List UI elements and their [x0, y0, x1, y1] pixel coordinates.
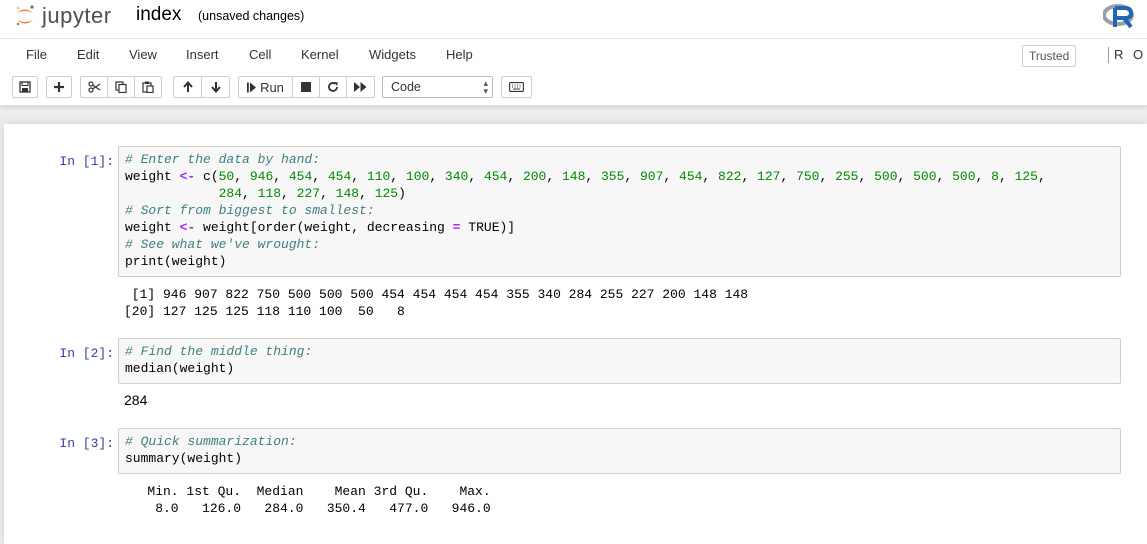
menu-kernel[interactable]: Kernel	[301, 47, 339, 62]
notebook-name[interactable]: index	[136, 4, 181, 26]
cell-output: Min. 1st Qu. Median Mean 3rd Qu. Max. 8.…	[124, 483, 498, 517]
input-prompt: In [2]:	[59, 346, 114, 361]
menu-bar: File Edit View Insert Cell Kernel Widget…	[0, 38, 1147, 73]
code-line: weight <- c(50, 946, 454, 454, 110, 100,…	[125, 169, 1046, 184]
cell-type-value: Code	[391, 80, 421, 94]
plus-icon	[54, 82, 64, 92]
fast-forward-icon	[354, 82, 367, 92]
code-line: # Quick summarization:	[125, 433, 1114, 450]
kernel-divider	[1108, 47, 1109, 63]
cell-output: 284	[124, 392, 148, 408]
run-label: Run	[260, 79, 284, 95]
menu-help[interactable]: Help	[446, 47, 473, 62]
jupyter-logo[interactable]: jupyter	[14, 2, 112, 30]
output-line: 8.0 126.0 284.0 350.4 477.0 946.0	[124, 501, 499, 516]
code-cell-input[interactable]: # Quick summarization: summary(weight)	[118, 428, 1121, 474]
clipboard-group	[80, 76, 162, 98]
paste-button[interactable]	[134, 76, 162, 98]
cut-icon	[87, 81, 100, 93]
code-line: # Find the middle thing:	[125, 343, 1114, 360]
restart-icon	[328, 82, 338, 92]
input-prompt: In [1]:	[59, 154, 114, 169]
paste-icon	[142, 81, 154, 93]
move-up-button[interactable]	[173, 76, 202, 98]
r-kernel-logo-icon	[1103, 4, 1134, 29]
code-line: 284, 118, 227, 148, 125)	[218, 186, 406, 201]
stop-icon	[301, 82, 311, 92]
code-cell-input[interactable]: # Enter the data by hand: weight <- c(50,…	[118, 146, 1121, 277]
restart-button[interactable]	[319, 76, 347, 98]
input-prompt: In [3]:	[59, 436, 114, 451]
code-line: # Enter the data by hand:	[125, 151, 1114, 168]
move-group	[173, 76, 230, 98]
select-arrows-icon: ▴ ▾	[483, 78, 488, 96]
run-button[interactable]: Run	[238, 76, 293, 98]
code-line: median(weight)	[125, 361, 235, 376]
output-line: [20] 127 125 125 118 110 100 50 8	[124, 304, 405, 319]
interrupt-button[interactable]	[292, 76, 320, 98]
arrow-down-icon	[210, 82, 221, 93]
run-group: Run	[238, 76, 375, 98]
jupyter-logo-text: jupyter	[42, 3, 112, 28]
code-comment: # Enter the data by hand:	[125, 152, 321, 167]
menu-insert[interactable]: Insert	[186, 47, 219, 62]
menu-widgets[interactable]: Widgets	[369, 47, 416, 62]
notebook-container: In [1]: # Enter the data by hand: weight …	[4, 124, 1147, 544]
cell-output: [1] 946 907 822 750 500 500 500 454 454 …	[124, 286, 748, 320]
menu-edit[interactable]: Edit	[77, 47, 99, 62]
jupyter-logo-icon	[16, 5, 34, 26]
code-comment: # Sort from biggest to smallest:	[125, 203, 375, 218]
toolbar: Run Code ▴ ▾	[0, 72, 1147, 104]
save-icon	[19, 81, 31, 93]
copy-button[interactable]	[107, 76, 135, 98]
cut-button[interactable]	[80, 76, 108, 98]
code-line: # Sort from biggest to smallest:	[125, 202, 1114, 219]
cell-type-select[interactable]: Code ▴ ▾	[382, 76, 493, 98]
command-palette-button[interactable]	[501, 76, 532, 98]
restart-run-all-button[interactable]	[346, 76, 375, 98]
code-line: # See what we've wrought:	[125, 236, 1114, 253]
save-status: (unsaved changes)	[198, 9, 305, 23]
step-forward-icon	[247, 82, 257, 92]
output-line: Min. 1st Qu. Median Mean 3rd Qu. Max.	[124, 484, 499, 499]
output-line: [1] 946 907 822 750 500 500 500 454 454 …	[124, 287, 749, 302]
code-comment: # Quick summarization:	[125, 434, 297, 449]
menu-file[interactable]: File	[26, 47, 47, 62]
move-down-button[interactable]	[201, 76, 230, 98]
arrow-up-icon	[182, 81, 193, 92]
code-comment: # Find the middle thing:	[125, 344, 313, 359]
kernel-indicator[interactable]: R O	[1114, 47, 1146, 62]
code-line: summary(weight)	[125, 451, 243, 466]
code-line: weight <- weight[order(weight, decreasin…	[125, 220, 516, 235]
copy-icon	[115, 81, 127, 93]
notebook-header: jupyter index (unsaved changes) File Edi…	[0, 0, 1147, 106]
menu-cell[interactable]: Cell	[249, 47, 271, 62]
code-comment: # See what we've wrought:	[125, 237, 321, 252]
code-cell-input[interactable]: # Find the middle thing: median(weight)	[118, 338, 1121, 384]
insert-cell-button[interactable]	[46, 76, 72, 98]
menu-view[interactable]: View	[129, 47, 157, 62]
trusted-indicator[interactable]: Trusted	[1022, 45, 1077, 67]
save-button[interactable]	[12, 76, 38, 98]
keyboard-icon	[509, 82, 524, 92]
code-line: print(weight)	[125, 254, 227, 269]
